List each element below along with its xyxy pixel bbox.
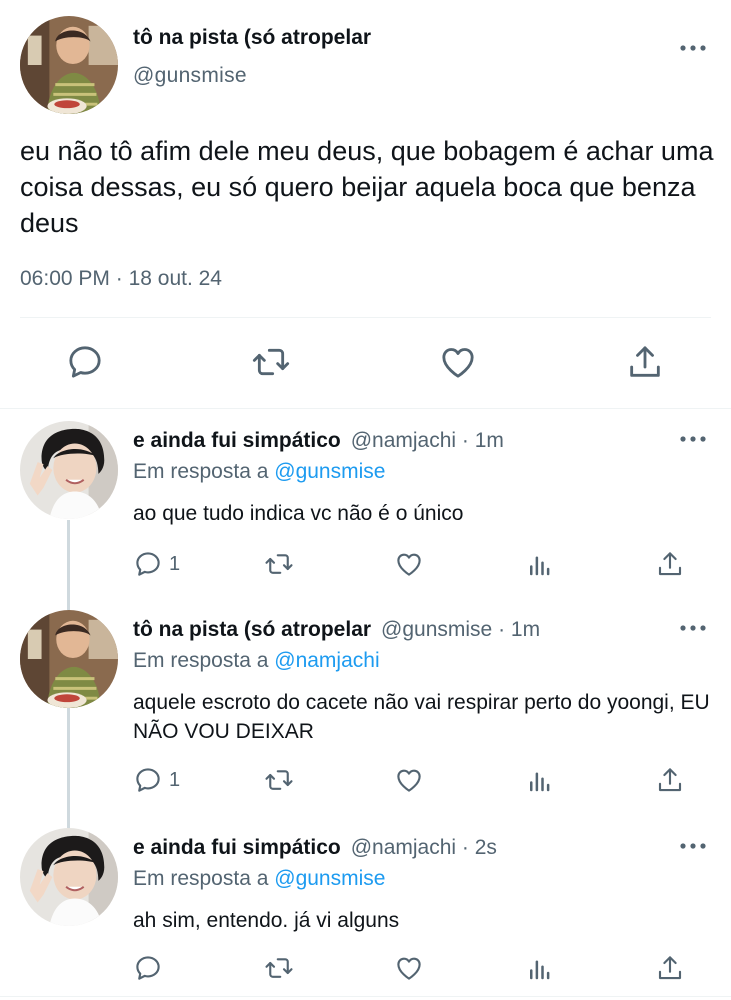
reply-author-name[interactable]: tô na pista (só atropelar <box>133 618 371 641</box>
views-icon[interactable] <box>525 953 555 983</box>
replying-to: Em resposta a @gunsmise <box>133 867 385 891</box>
tweet-timestamp[interactable]: 06:00 PM · 18 out. 24 <box>20 267 222 291</box>
reply-icon <box>133 549 163 579</box>
replying-to-handle[interactable]: @gunsmise <box>274 460 385 483</box>
reply-button[interactable]: 1 <box>133 765 180 795</box>
replying-to-label: Em resposta a <box>133 867 269 890</box>
main-author-avatar[interactable] <box>20 16 118 114</box>
divider <box>20 317 711 318</box>
reply-text: ah sim, entendo. já vi alguns <box>133 909 400 932</box>
replying-to-handle[interactable]: @gunsmise <box>274 867 385 890</box>
reply-author-avatar[interactable] <box>20 421 118 519</box>
reply-icon[interactable] <box>65 342 105 382</box>
reply-text: aquele escroto do cacete não vai respira… <box>133 691 710 743</box>
like-icon[interactable] <box>438 342 478 382</box>
replying-to-label: Em resposta a <box>133 460 269 483</box>
reply-button[interactable]: 1 <box>133 549 180 579</box>
like-icon[interactable] <box>394 953 424 983</box>
reply-time[interactable]: · 1m <box>462 429 504 452</box>
meta-separator: · <box>115 267 123 290</box>
replying-to: Em resposta a @namjachi <box>133 649 380 673</box>
reply-author-avatar[interactable] <box>20 610 118 708</box>
tweet-time: 06:00 PM <box>20 267 110 290</box>
main-author-handle[interactable]: @gunsmise <box>133 64 247 88</box>
thread-connector <box>67 520 70 610</box>
reply-time[interactable]: · 1m <box>498 618 540 641</box>
more-options-icon[interactable] <box>678 434 708 444</box>
reply-header: e ainda fui simpático @namjachi · 1m <box>133 429 504 453</box>
main-tweet-text: eu não tô afim dele meu deus, que bobage… <box>20 136 714 238</box>
reply-author-name[interactable]: e ainda fui simpático <box>133 429 341 452</box>
replying-to-handle[interactable]: @namjachi <box>274 649 379 672</box>
more-options-icon[interactable] <box>678 623 708 633</box>
share-icon[interactable] <box>655 765 685 795</box>
divider <box>0 408 731 409</box>
reply-author-handle[interactable]: @namjachi <box>351 429 456 452</box>
divider <box>0 996 731 997</box>
more-options-icon[interactable] <box>678 841 708 851</box>
retweet-icon[interactable] <box>264 765 294 795</box>
reply-icon <box>133 765 163 795</box>
views-icon[interactable] <box>525 549 555 579</box>
reply-text: ao que tudo indica vc não é o único <box>133 502 464 525</box>
retweet-icon[interactable] <box>251 342 291 382</box>
reply-button[interactable] <box>133 953 169 983</box>
share-icon[interactable] <box>625 342 665 382</box>
views-icon[interactable] <box>525 765 555 795</box>
reply-author-name[interactable]: e ainda fui simpático <box>133 836 341 859</box>
share-icon[interactable] <box>655 953 685 983</box>
more-options-icon[interactable] <box>678 43 708 53</box>
share-icon[interactable] <box>655 549 685 579</box>
tweet-date: 18 out. 24 <box>128 267 222 290</box>
reply-count: 1 <box>169 768 181 791</box>
retweet-icon[interactable] <box>264 953 294 983</box>
reply-time[interactable]: · 2s <box>462 836 497 859</box>
reply-author-avatar[interactable] <box>20 828 118 926</box>
reply-author-handle[interactable]: @namjachi <box>351 836 456 859</box>
reply-header: tô na pista (só atropelar @gunsmise · 1m <box>133 618 540 642</box>
like-icon[interactable] <box>394 765 424 795</box>
reply-count: 1 <box>169 552 181 575</box>
reply-header: e ainda fui simpático @namjachi · 2s <box>133 836 497 860</box>
reply-author-handle[interactable]: @gunsmise <box>381 618 492 641</box>
replying-to: Em resposta a @gunsmise <box>133 460 385 484</box>
reply-icon <box>133 953 163 983</box>
replying-to-label: Em resposta a <box>133 649 269 672</box>
like-icon[interactable] <box>394 549 424 579</box>
thread-connector <box>67 708 70 828</box>
main-author-name[interactable]: tô na pista (só atropelar <box>133 26 371 50</box>
retweet-icon[interactable] <box>264 549 294 579</box>
